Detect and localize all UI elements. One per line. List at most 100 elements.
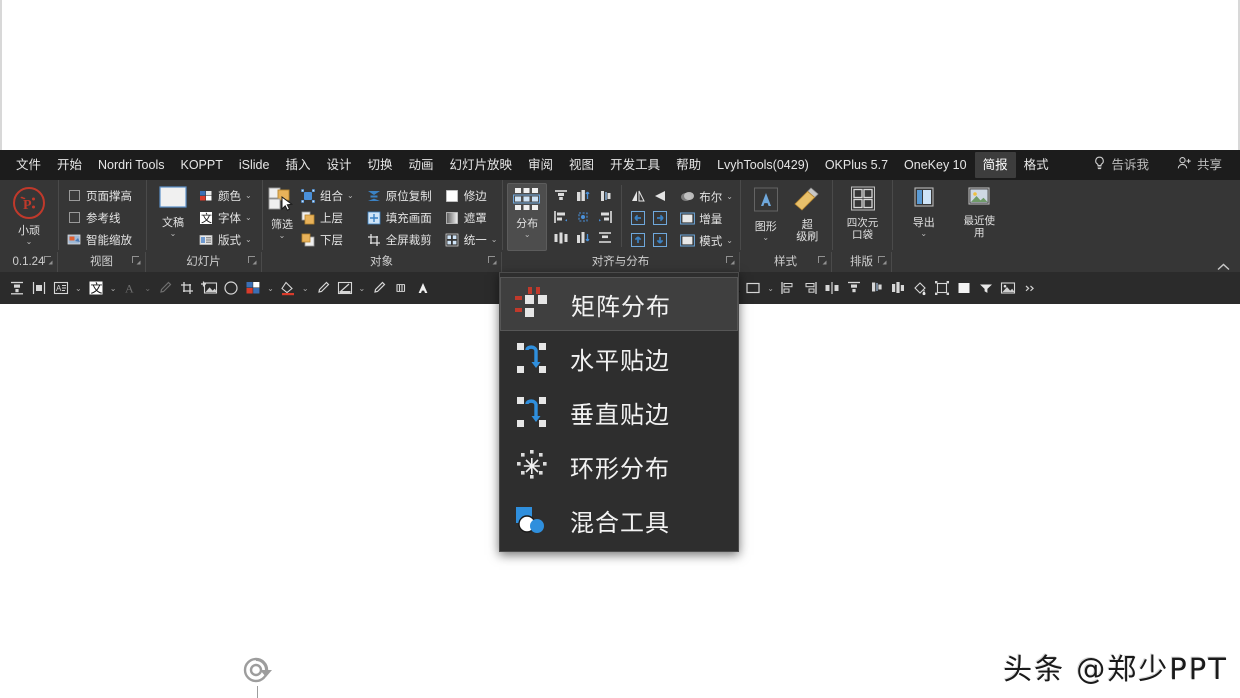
checkbox-icon[interactable] [66,210,82,226]
letter-a-icon[interactable] [412,276,434,300]
menu-item-matrix-distribute[interactable]: 矩阵分布 [500,277,738,331]
align-left-box-icon[interactable] [777,276,799,300]
menu-tab-14[interactable]: LvyhTools(0429) [709,152,817,178]
align-top-icon[interactable] [551,186,571,206]
menu-tab-3[interactable]: KOPPT [173,152,231,178]
line-style-icon[interactable] [334,276,356,300]
share-button[interactable]: 共享 [1169,151,1230,179]
chevron-down-icon[interactable]: ⌄ [726,236,733,245]
nudge-right-icon[interactable] [650,208,670,228]
chevron-down-icon[interactable]: ⌄ [279,232,286,240]
menu-item-circular-distribute[interactable]: 环形分布 [500,439,738,493]
chevron-down-icon[interactable]: ⌄ [356,284,369,293]
four-grid-pocket-button[interactable]: 四次元 口袋 [837,183,888,251]
align-top-box-icon[interactable] [843,276,865,300]
paint-pour-icon[interactable] [909,276,931,300]
menu-tab-2[interactable]: Nordri Tools [90,152,172,178]
menu-tab-17[interactable]: 简报 [974,152,1016,178]
align-center-h-icon[interactable] [821,276,843,300]
send-backward-row[interactable]: 下层 [297,229,357,250]
nudge-left-icon[interactable] [628,208,648,228]
layout-row[interactable]: 版式 ⌄ [195,229,255,250]
align-middle-v-icon[interactable] [573,186,593,206]
circle-outline-icon[interactable] [220,276,242,300]
document-button[interactable]: 文稿 ⌄ [151,183,195,251]
menu-tab-9[interactable]: 幻灯片放映 [442,152,521,178]
menu-tab-4[interactable]: iSlide [231,152,278,178]
align-right-icon[interactable] [595,207,615,227]
shape-button[interactable]: 图形 ⌄ [745,183,787,251]
fill-screen-row[interactable]: 填充画面 [363,207,435,228]
menu-tab-8[interactable]: 动画 [401,152,442,178]
selected-shape-group[interactable] [138,652,378,698]
flip-vertical-icon[interactable] [650,186,670,206]
group-row[interactable]: 组合 ⌄ [297,185,357,206]
chevron-down-icon[interactable]: ⌄ [245,191,252,200]
smart-zoom-row[interactable]: 智能缩放 [63,229,135,250]
chevron-down-icon[interactable]: ⌄ [170,230,177,238]
dialog-launcher-icon[interactable] [878,256,887,265]
chevron-down-icon[interactable]: ⌄ [299,284,312,293]
boolean-row[interactable]: 布尔 ⌄ [676,186,736,207]
shape-bound-icon[interactable] [931,276,953,300]
chevron-down-icon[interactable]: ⌄ [141,284,154,293]
recent-used-button[interactable]: 最近使 用 [954,183,1004,251]
trim-edge-row[interactable]: 修边 [441,185,501,206]
chevron-down-icon[interactable]: ⌄ [26,238,33,246]
chevron-down-icon[interactable]: ⌄ [764,284,777,293]
menu-item-horizontal-snap[interactable]: 水平贴边 [500,331,738,385]
distribute-gap-icon[interactable] [595,228,615,248]
menu-tab-11[interactable]: 视图 [561,152,602,178]
chevron-down-icon[interactable]: ⌄ [726,192,733,201]
menu-item-blend-tool[interactable]: 混合工具 [500,493,738,547]
menu-tab-0[interactable]: 文件 [8,152,49,178]
fullscreen-crop-row[interactable]: 全屏裁剪 [363,229,435,250]
chevron-down-icon[interactable]: ⌄ [245,235,252,244]
columns-icon[interactable] [390,276,412,300]
mask-row[interactable]: 遮罩 [441,207,501,228]
menu-tab-13[interactable]: 帮助 [668,152,709,178]
chevron-down-icon[interactable]: ⌄ [347,191,354,200]
eyedropper2-icon[interactable] [368,276,390,300]
distribute-button[interactable]: 分布 ⌄ [507,183,548,251]
nudge-up-icon[interactable] [628,230,648,250]
align-group-icon[interactable] [6,276,28,300]
distribute-v-box-icon[interactable] [887,276,909,300]
unify-row[interactable]: 统一 ⌄ [441,229,501,250]
menu-tab-5[interactable]: 插入 [277,152,318,178]
distribute-h-small-icon[interactable] [28,276,50,300]
menu-item-vertical-snap[interactable]: 垂直贴边 [500,385,738,439]
increment-row[interactable]: 增量 [676,208,725,229]
xiaowan-button[interactable]: P 小顽 ⌄ [6,183,52,251]
bring-forward-row[interactable]: 上层 [297,207,357,228]
eyedropper-icon[interactable] [312,276,334,300]
chevron-down-icon[interactable]: ⌄ [264,284,277,293]
dialog-launcher-icon[interactable] [818,256,827,265]
menu-tab-1[interactable]: 开始 [49,152,90,178]
chevron-down-icon[interactable]: ⌄ [524,231,531,239]
menu-tab-10[interactable]: 审阅 [520,152,561,178]
rotate-handle-icon[interactable] [239,655,277,689]
menu-tab-7[interactable]: 切换 [359,152,400,178]
nudge-down-icon[interactable] [650,230,670,250]
distribute-h-icon[interactable] [551,228,571,248]
dialog-launcher-icon[interactable] [488,256,497,265]
chevron-down-icon[interactable]: ⌄ [72,284,85,293]
chevron-down-icon[interactable]: ⌄ [245,213,252,222]
font-row[interactable]: 文 字体 ⌄ [195,207,255,228]
filter-button[interactable]: 筛选 ⌄ [267,183,297,251]
crop-marks-icon[interactable] [176,276,198,300]
chevron-down-icon[interactable]: ⌄ [920,230,927,238]
guideline-checkbox-row[interactable]: 参考线 [63,207,135,228]
color-swatch-small-icon[interactable] [242,276,264,300]
fill-bucket-icon[interactable] [277,276,299,300]
super-brush-button[interactable]: 超 级刷 [787,183,829,251]
checkbox-icon[interactable] [66,188,82,204]
chevron-down-icon[interactable]: ⌄ [491,235,498,244]
white-square-icon[interactable] [953,276,975,300]
export-button[interactable]: 导出 ⌄ [901,183,947,251]
menu-tab-16[interactable]: OneKey 10 [896,152,975,178]
dialog-launcher-icon[interactable] [726,256,735,265]
menu-tab-12[interactable]: 开发工具 [602,152,668,178]
align-right-box-icon[interactable] [799,276,821,300]
